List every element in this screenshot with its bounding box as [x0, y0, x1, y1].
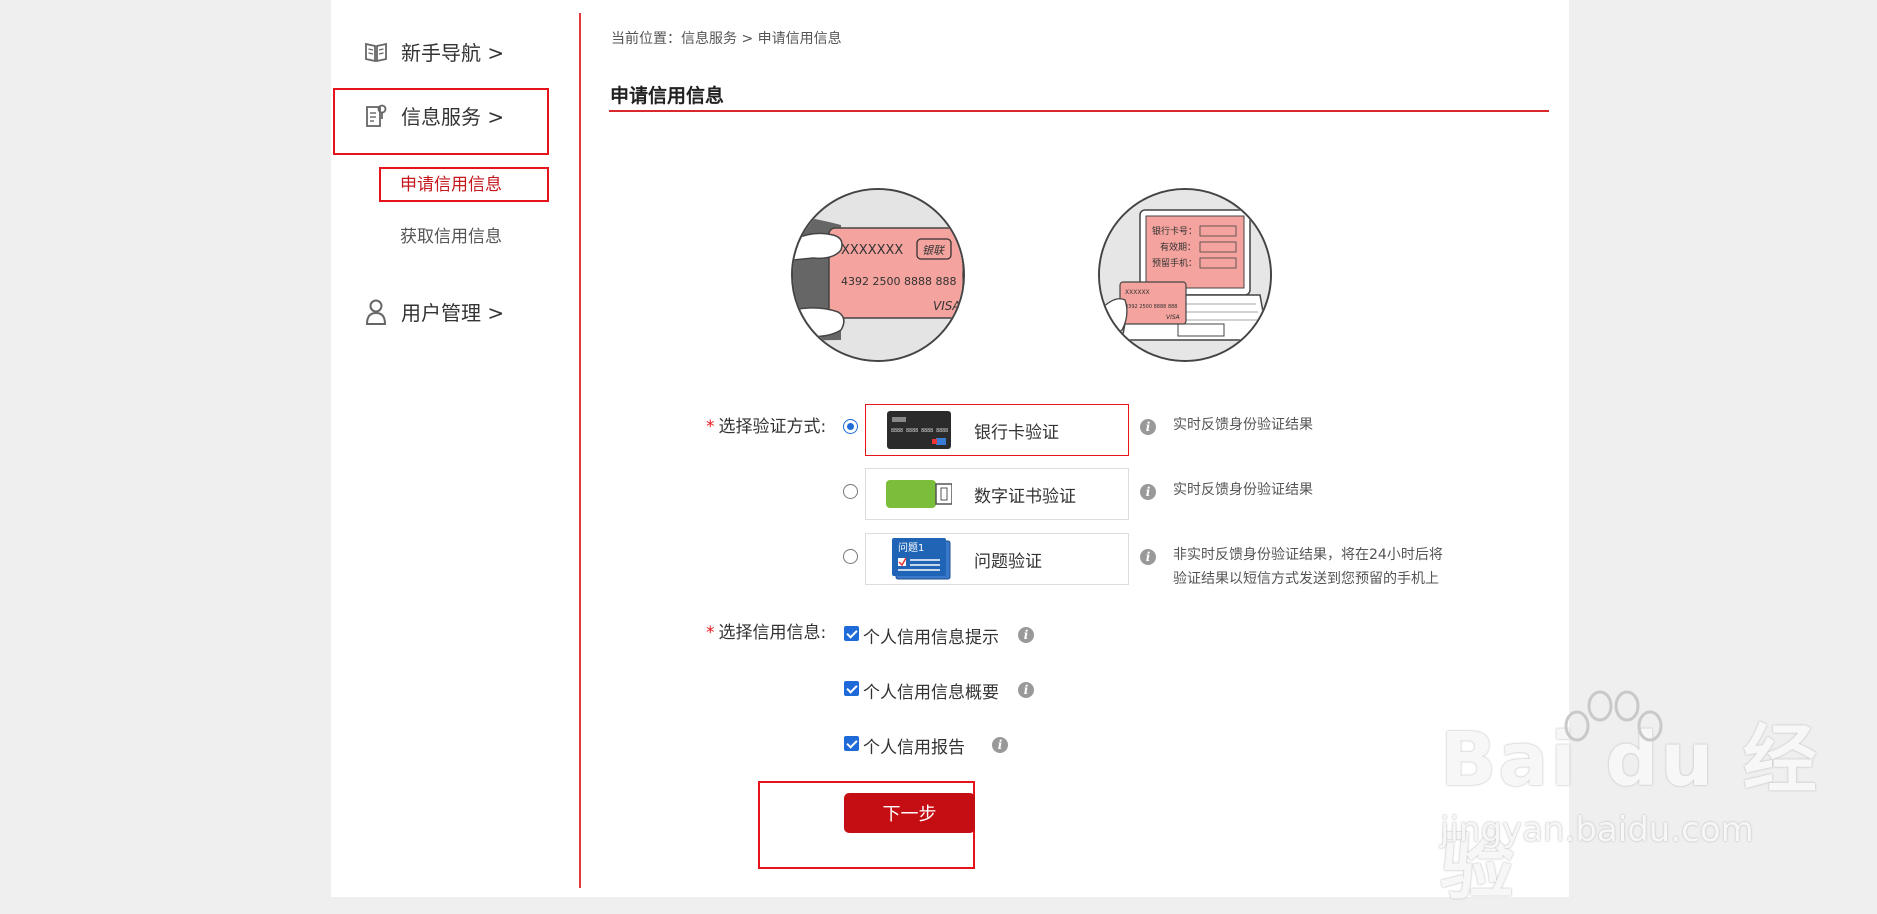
breadcrumb: 当前位置：信息服务 > 申请信用信息 [611, 31, 842, 47]
info-icon[interactable]: i [1018, 682, 1034, 698]
book-icon [363, 38, 389, 66]
next-button[interactable]: 下一步 [844, 793, 975, 833]
checkbox-credit-hint[interactable] [844, 626, 859, 641]
info-icon[interactable]: i [1140, 484, 1156, 500]
laptop-field-phone: 预留手机： [1152, 257, 1197, 269]
info-icon[interactable]: i [1018, 627, 1034, 643]
option-desc: 实时反馈身份验证结果 [1173, 482, 1313, 498]
user-icon [363, 298, 389, 326]
info-icon[interactable]: i [1140, 419, 1156, 435]
option-digital-cert[interactable]: 数字证书验证 [865, 468, 1129, 520]
laptop-illustration: 银行卡号： 有效期： 预留手机： XXXXXX 4392 2500 8888 8… [1098, 188, 1272, 362]
laptop-field-card-no: 银行卡号： [1152, 225, 1197, 237]
verify-method-label: * 选择验证方式: [706, 417, 827, 437]
card-name-text: XXXXXXX [841, 243, 903, 258]
laptop-field-expiry: 有效期： [1160, 241, 1196, 253]
highlight-box-apply-credit [379, 167, 549, 202]
sidebar-divider [579, 13, 581, 888]
option-bank-card[interactable]: 8888 8888 8888 8888 银行卡验证 [865, 404, 1129, 456]
watermark-url: jingyan.baidu.com [1440, 810, 1754, 850]
sidebar-item-beginner-guide[interactable]: 新手导航 > [363, 37, 504, 66]
option-desc: 实时反馈身份验证结果 [1173, 417, 1313, 433]
info-icon[interactable]: i [1140, 549, 1156, 565]
option-label: 数字证书验证 [974, 486, 1076, 507]
bank-card-illustration: XXXXXXX 银联 4392 2500 8888 888 VISA [791, 188, 965, 362]
sidebar-subitem-get-credit[interactable]: 获取信用信息 [400, 222, 502, 247]
option-label: 问题验证 [974, 551, 1042, 572]
page-title: 申请信用信息 [610, 85, 725, 107]
laptop-card-scheme: VISA [1166, 314, 1180, 321]
checkbox-label: 个人信用信息提示 [863, 628, 999, 648]
sidebar-item-label: 用户管理 > [401, 301, 505, 325]
highlight-box-info-service [333, 88, 549, 155]
checkbox-credit-report[interactable] [844, 736, 859, 751]
checkbox-label: 个人信用信息概要 [863, 683, 999, 703]
title-divider [609, 110, 1549, 112]
card-number-text: 4392 2500 8888 888 [841, 275, 956, 288]
card-scheme-text: VISA [933, 299, 961, 313]
checkbox-label: 个人信用报告 [863, 738, 965, 758]
main-page: 新手导航 > 信息服务 > 申请信用信息 获取信用信息 用户管理 > 当前位置：… [331, 0, 1569, 897]
option-question[interactable]: 问题1 问题验证 [865, 533, 1129, 585]
question-icon-text: 问题1 [898, 541, 924, 554]
radio-question[interactable] [843, 549, 858, 564]
option-label: 银行卡验证 [974, 422, 1059, 443]
svg-text:8888 8888 8888 8888: 8888 8888 8888 8888 [891, 428, 948, 434]
sidebar-item-label: 新手导航 > [401, 41, 505, 65]
paw-icon [1555, 690, 1665, 780]
radio-digital-cert[interactable] [843, 484, 858, 499]
usb-key-icon [886, 474, 952, 514]
option-desc: 非实时反馈身份验证结果，将在24小时后将 验证结果以短信方式发送到您预留的手机上 [1173, 547, 1443, 587]
radio-bank-card[interactable] [843, 419, 858, 434]
card-brand-text: 银联 [922, 244, 945, 257]
bank-card-icon: 8888 8888 8888 8888 [886, 410, 952, 450]
checkbox-credit-summary[interactable] [844, 681, 859, 696]
laptop-card-number: 4392 2500 8888 888 [1125, 304, 1178, 310]
question-card-icon: 问题1 [886, 538, 952, 580]
sidebar-item-user-management[interactable]: 用户管理 > [363, 297, 504, 326]
info-icon[interactable]: i [992, 737, 1008, 753]
credit-info-label: * 选择信用信息: [706, 623, 827, 643]
laptop-card-name: XXXXXX [1125, 289, 1150, 296]
